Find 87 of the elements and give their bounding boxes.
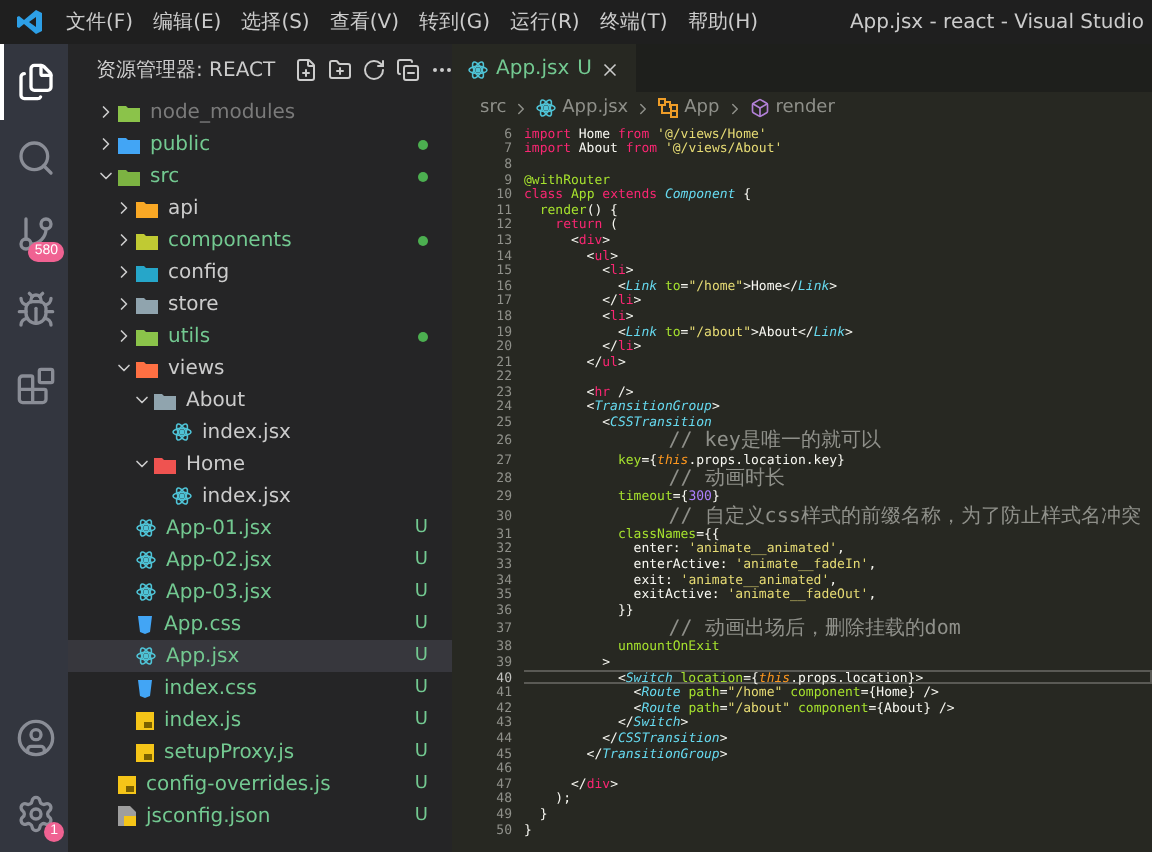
explorer-title: 资源管理器: REACT	[96, 58, 276, 84]
menu-item[interactable]: 查看(V)	[319, 8, 409, 36]
react-icon	[468, 59, 488, 79]
react-icon	[172, 486, 192, 506]
collapse-icon[interactable]	[395, 58, 420, 82]
folder-item[interactable]: public	[68, 128, 452, 160]
file-item[interactable]: App-03.jsx U	[68, 576, 452, 608]
editor-tab[interactable]: App.jsx U	[452, 44, 636, 92]
git-status-letter: U	[414, 614, 428, 634]
file-item[interactable]: jsconfig.json U	[68, 800, 452, 832]
file-item[interactable]: App-01.jsx U	[68, 512, 452, 544]
folder-item[interactable]: views	[68, 352, 452, 384]
css-file-icon	[136, 678, 154, 698]
cube-icon	[749, 98, 770, 118]
folder-item[interactable]: api	[68, 192, 452, 224]
menu-item[interactable]: 终端(T)	[589, 8, 678, 36]
file-item[interactable]: index.jsx	[68, 480, 452, 512]
new-folder-icon[interactable]	[327, 58, 352, 82]
git-status-letter: U	[414, 710, 428, 730]
js-file-icon	[136, 711, 154, 729]
status-dot	[418, 171, 428, 181]
refresh-icon[interactable]	[361, 58, 386, 82]
breadcrumb-item[interactable]: App.jsx	[562, 98, 629, 118]
breadcrumb-item[interactable]: App	[684, 98, 720, 118]
git-status-letter: U	[414, 678, 428, 698]
folder-item[interactable]: Home	[68, 448, 452, 480]
menu-item[interactable]: 选择(S)	[231, 8, 320, 36]
status-dot	[418, 139, 428, 149]
status-dot	[418, 331, 428, 341]
git-status-letter: U	[414, 550, 428, 570]
git-status-letter: U	[414, 742, 428, 762]
js-file-icon	[136, 743, 154, 761]
file-item[interactable]: index.css U	[68, 672, 452, 704]
git-status-letter: U	[414, 582, 428, 602]
menu-item[interactable]: 运行(R)	[500, 8, 590, 36]
menu-item[interactable]: 帮助(H)	[677, 8, 769, 36]
branch-icon	[16, 214, 56, 254]
react-icon	[136, 646, 156, 666]
git-status-letter: U	[414, 646, 428, 666]
git-status-letter: U	[414, 518, 428, 538]
folder-item[interactable]: components	[68, 224, 452, 256]
react-icon	[136, 582, 156, 602]
code-line: // 自定义css样式的前缀名称，为了防止样式名冲突	[666, 504, 1143, 527]
json-file-icon	[118, 806, 136, 826]
folder-item[interactable]: config	[68, 256, 452, 288]
react-icon	[136, 550, 156, 570]
react-icon	[172, 422, 192, 442]
settings-icon	[16, 794, 56, 834]
folder-item[interactable]: store	[68, 288, 452, 320]
file-item[interactable]: App-02.jsx U	[68, 544, 452, 576]
breadcrumb-item[interactable]: src	[480, 98, 507, 118]
breadcrumb-item[interactable]: render	[775, 98, 835, 118]
file-item[interactable]: setupProxy.js U	[68, 736, 452, 768]
folder-item[interactable]: About	[68, 384, 452, 416]
react-icon	[136, 518, 156, 538]
git-status-letter: U	[414, 806, 428, 826]
menu-item[interactable]: 文件(F)	[56, 8, 144, 36]
file-item[interactable]: index.jsx	[68, 416, 452, 448]
code-line: // 动画出场后，删除挂载的dom	[668, 617, 963, 640]
status-dot	[418, 235, 428, 245]
new-file-icon[interactable]	[293, 58, 318, 82]
folder-item[interactable]: node_modules	[68, 96, 452, 128]
js-file-icon	[118, 775, 136, 793]
bug-icon	[16, 290, 56, 330]
file-item[interactable]: App.css U	[68, 608, 452, 640]
menu-item[interactable]: 编辑(E)	[143, 8, 232, 36]
git-status-letter: U	[414, 774, 428, 794]
window-title: App.jsx - react - Visual Studio	[849, 11, 1146, 33]
file-item[interactable]: config-overrides.js U	[68, 768, 452, 800]
search-icon	[16, 138, 56, 178]
account-icon	[16, 718, 56, 758]
git-status-letter: U	[577, 58, 592, 80]
css-file-icon	[136, 614, 154, 634]
code-line: // key是唯一的就可以	[666, 429, 883, 452]
folder-item[interactable]: src	[68, 160, 452, 192]
tab-label: App.jsx	[496, 58, 570, 80]
class-symbol-icon	[658, 98, 679, 118]
extensions-icon	[16, 366, 56, 406]
folder-item[interactable]: utils	[68, 320, 452, 352]
react-icon	[536, 98, 557, 118]
files-icon	[16, 62, 56, 102]
file-item[interactable]: index.js U	[68, 704, 452, 736]
close-icon[interactable]	[599, 59, 620, 79]
code-line: // 动画时长	[666, 467, 787, 489]
menu-item[interactable]: 转到(G)	[409, 8, 501, 36]
file-item[interactable]: App.jsx U	[68, 640, 452, 672]
editor-logo	[16, 8, 44, 36]
